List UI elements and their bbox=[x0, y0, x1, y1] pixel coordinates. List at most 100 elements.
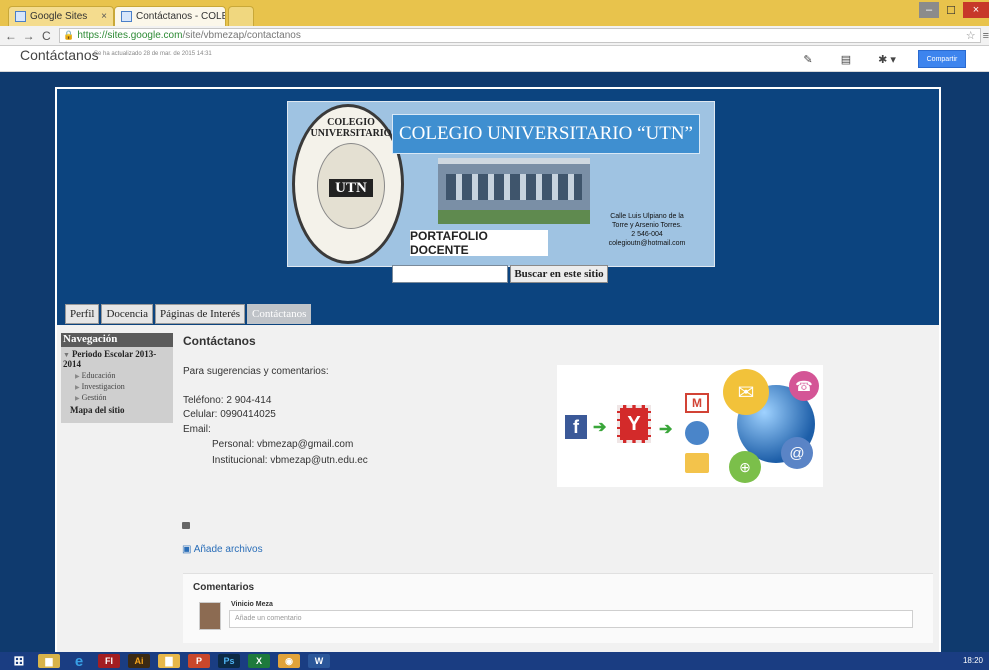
social-media-image: f ➔ Y ➔ M ✉ ☎ @ ⊕ bbox=[557, 365, 823, 487]
content-title: Contáctanos bbox=[183, 334, 256, 348]
seal-logo-text: UTN bbox=[329, 179, 373, 197]
close-tab-icon[interactable]: × bbox=[101, 11, 107, 22]
comment-input[interactable]: Añade un comentario bbox=[229, 610, 913, 628]
sidebar-item-educacion[interactable]: ▶ Educación bbox=[61, 369, 173, 380]
new-tab-button[interactable] bbox=[228, 6, 254, 26]
menu-icon[interactable]: ≡ bbox=[983, 30, 989, 42]
url-path: /site/vbmezap/contactanos bbox=[182, 30, 301, 41]
photoshop-icon[interactable]: Ps bbox=[218, 654, 240, 668]
intro-text: Para sugerencias y comentarios: bbox=[183, 366, 329, 377]
expand-caret-icon[interactable]: ▶ bbox=[75, 396, 80, 402]
site-search-button[interactable]: Buscar en este sitio bbox=[510, 265, 608, 283]
address-line: Calle Luis Ulpiano de la bbox=[610, 213, 684, 220]
school-seal-logo: COLEGIO UNIVERSITARIO UTN bbox=[292, 104, 404, 264]
green-arrow-icon: ➔ bbox=[659, 421, 673, 438]
www-search-icon: ⊕ bbox=[729, 451, 761, 483]
phone-text: Teléfono: 2 904-414 bbox=[183, 395, 272, 406]
back-arrow-icon[interactable]: ← bbox=[4, 29, 18, 43]
system-tray-clock[interactable]: 18:20 bbox=[963, 657, 983, 665]
comment-author: Vinicio Meza bbox=[231, 601, 273, 608]
reload-icon[interactable]: C bbox=[39, 29, 53, 43]
gear-icon[interactable]: ✱ ▾ bbox=[870, 50, 904, 68]
sidebar-navigation: Navegación ▼ Periodo Escolar 2013-2014 ▶ E… bbox=[61, 333, 173, 423]
collapse-caret-icon[interactable]: ▼ bbox=[63, 351, 70, 359]
tab-label: Google Sites bbox=[30, 11, 88, 22]
sidebar-item-label: Periodo Escolar 2013-2014 bbox=[63, 349, 157, 369]
page-title: Contáctanos bbox=[20, 47, 99, 63]
sites-toolbar: Contáctanos Se ha actualizado 28 de mar.… bbox=[0, 46, 989, 72]
file-explorer-icon[interactable]: ▆ bbox=[38, 654, 60, 668]
updated-note: Se ha actualizado 28 de mar. de 2015 14:… bbox=[94, 51, 212, 57]
mail-folder-icon bbox=[685, 453, 709, 473]
chrome-icon[interactable]: ◉ bbox=[278, 654, 300, 668]
url-input[interactable]: 🔒 https://sites.google.com /site/vbmezap… bbox=[59, 28, 981, 43]
green-arrow-icon: ➔ bbox=[593, 419, 607, 436]
school-address: Calle Luis Ulpiano de la Torre y Arsenio… bbox=[606, 212, 688, 248]
pencil-icon[interactable]: ✎ bbox=[798, 50, 818, 68]
email-label: Email: bbox=[183, 424, 211, 435]
tab-contactanos[interactable]: Contáctanos bbox=[247, 304, 312, 324]
url-host: https://sites.google.com bbox=[77, 30, 183, 41]
comments-title: Comentarios bbox=[193, 582, 255, 593]
folder-icon bbox=[182, 522, 190, 529]
sidebar-heading: Navegación bbox=[61, 333, 173, 347]
address-line: colegioutn@hotmail.com bbox=[608, 240, 686, 247]
personal-email: Personal: vbmezap@gmail.com bbox=[212, 439, 354, 450]
tab-contactanos[interactable]: Contáctanos - COLEGIO U × bbox=[114, 6, 226, 26]
tab-perfil[interactable]: Perfil bbox=[65, 304, 100, 324]
minimize-button[interactable]: – bbox=[919, 2, 939, 18]
folder-app-icon[interactable]: ▇ bbox=[158, 654, 180, 668]
banner-title: COLEGIO UNIVERSITARIO “UTN” bbox=[392, 114, 700, 154]
address-line: Torre y Arsenio Torres. bbox=[612, 222, 682, 229]
site-nav-tabs: Perfil Docencia Páginas de Interés Contá… bbox=[65, 304, 313, 324]
sites-favicon-icon bbox=[121, 11, 132, 22]
word-icon[interactable]: W bbox=[308, 654, 330, 668]
close-window-button[interactable]: × bbox=[963, 2, 989, 18]
browser-tabstrip: Google Sites × Contáctanos - COLEGIO U ×… bbox=[0, 0, 989, 26]
internet-explorer-icon[interactable]: e bbox=[68, 653, 90, 670]
google-sites-favicon-icon bbox=[15, 11, 26, 22]
windows-taskbar: ⊞ ▆ e Fl Ai ▇ P Ps X ◉ W 18:20 bbox=[0, 652, 989, 670]
sidebar-item-sitemap[interactable]: Mapa del sitio bbox=[61, 402, 173, 415]
new-page-icon[interactable]: ▤ bbox=[836, 50, 856, 68]
maximize-button[interactable]: ☐ bbox=[941, 2, 961, 18]
sidebar-item-investigacion[interactable]: ▶ Investigacion bbox=[61, 380, 173, 391]
tab-google-sites[interactable]: Google Sites × bbox=[8, 6, 114, 26]
sidebar-item-gestion[interactable]: ▶ Gestión bbox=[61, 391, 173, 402]
tab-docencia[interactable]: Docencia bbox=[101, 304, 153, 324]
sidebar-item-label: Educación bbox=[81, 371, 116, 380]
avatar bbox=[199, 602, 221, 630]
powerpoint-icon[interactable]: P bbox=[188, 654, 210, 668]
gmail-icon: M bbox=[685, 393, 709, 413]
thunderbird-icon bbox=[685, 421, 709, 445]
bookmark-star-icon[interactable]: ☆ bbox=[966, 29, 976, 42]
site-header: COLEGIO UNIVERSITARIO UTN COLEGIO UNIVER… bbox=[57, 89, 939, 325]
expand-caret-icon[interactable]: ▶ bbox=[75, 374, 80, 380]
forward-arrow-icon[interactable]: → bbox=[22, 29, 36, 43]
windows-start-icon[interactable]: ⊞ bbox=[8, 653, 30, 668]
site-search-input[interactable] bbox=[392, 265, 508, 283]
address-line: 2 546-004 bbox=[631, 231, 663, 238]
tab-label: Contáctanos - COLEGIO U bbox=[136, 11, 225, 22]
sidebar-item-label: Investigacion bbox=[81, 382, 125, 391]
illustrator-icon[interactable]: Ai bbox=[128, 654, 150, 668]
tab-paginas-de-interes[interactable]: Páginas de Interés bbox=[154, 304, 246, 324]
sidebar-item-periodo[interactable]: ▼ Periodo Escolar 2013-2014 bbox=[61, 347, 173, 369]
file-add-icon: ▣ bbox=[182, 544, 194, 555]
expand-caret-icon[interactable]: ▶ bbox=[75, 385, 80, 391]
window-controls: – ☐ × bbox=[919, 2, 989, 18]
seal-text: COLEGIO UNIVERSITARIO bbox=[310, 117, 392, 139]
address-bar-row: ← → C 🔒 https://sites.google.com /site/v… bbox=[0, 26, 989, 46]
lock-icon: 🔒 bbox=[63, 30, 75, 40]
comments-section: Comentarios Vinicio Meza Añade un coment… bbox=[183, 573, 933, 643]
site-banner: COLEGIO UNIVERSITARIO UTN COLEGIO UNIVER… bbox=[287, 101, 715, 267]
flash-icon[interactable]: Fl bbox=[98, 654, 120, 668]
excel-icon[interactable]: X bbox=[248, 654, 270, 668]
sidebar-item-label: Gestión bbox=[81, 393, 107, 402]
site-frame: COLEGIO UNIVERSITARIO UTN COLEGIO UNIVER… bbox=[55, 87, 941, 654]
telephone-icon: ☎ bbox=[789, 371, 819, 401]
facebook-icon: f bbox=[565, 415, 587, 439]
add-files-link[interactable]: ▣ Añade archivos bbox=[182, 544, 263, 555]
school-building-image bbox=[438, 158, 590, 224]
share-button[interactable]: Compartir bbox=[918, 50, 966, 68]
